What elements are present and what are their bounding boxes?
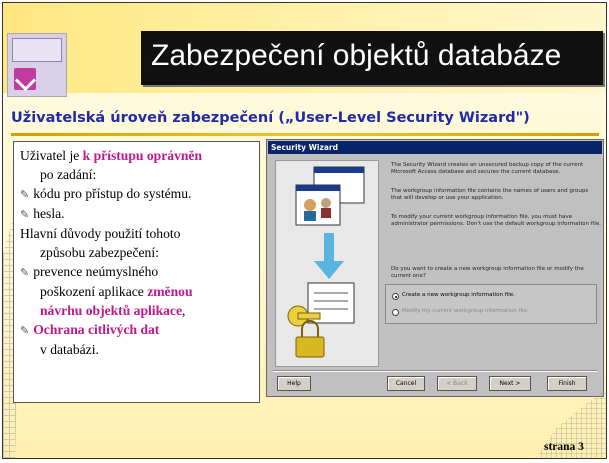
text-line: po zadání: xyxy=(40,167,97,182)
access-icon xyxy=(7,33,67,97)
wizard-paragraph: To modify your current workgroup informa… xyxy=(391,214,601,227)
bullet-item: ✎ prevence neúmyslného xyxy=(20,262,256,282)
highlight-text: návrhu objektů aplikace xyxy=(40,303,183,318)
bullet-icon: ✎ xyxy=(20,266,30,279)
bullet-text: prevence neúmyslného xyxy=(33,264,159,279)
text-span: , xyxy=(182,303,186,318)
bullet-icon: ✎ xyxy=(20,208,30,221)
option-group: Create a new workgroup information file.… xyxy=(385,284,597,324)
help-button[interactable]: Help xyxy=(277,376,311,391)
text-line: poškození aplikace změnou xyxy=(20,282,256,301)
next-button[interactable]: Next > xyxy=(489,376,531,391)
wizard-question: Do you want to create a new workgroup in… xyxy=(391,266,584,279)
text-line: návrhu objektů aplikace, xyxy=(20,301,256,320)
text-span: Uživatel je xyxy=(20,148,83,163)
separator xyxy=(273,370,597,372)
bullet-icon: ✎ xyxy=(20,188,30,201)
highlight-text: změnou xyxy=(147,284,193,299)
text-line: Uživatel je k přístupu oprávněn xyxy=(20,146,256,165)
divider xyxy=(11,133,599,136)
radio-create-new[interactable] xyxy=(392,293,399,300)
slide: Zabezpečení objektů databáze Uživatelská… xyxy=(2,2,607,459)
icon-window xyxy=(12,38,62,62)
slide-title: Zabezpečení objektů databáze xyxy=(151,39,562,72)
bullet-text: Ochrana citlivých dat xyxy=(33,322,160,337)
radio-modify-current[interactable] xyxy=(392,309,399,316)
bullet-text: hesla. xyxy=(33,206,65,221)
wizard-paragraph: The Security Wizard creates an unsecured… xyxy=(391,162,584,175)
bullet-item: ✎ kódu pro přístup do systému. xyxy=(20,184,256,204)
text-line: způsobu zabezpečení: xyxy=(40,245,159,260)
back-button[interactable]: < Back xyxy=(437,376,477,391)
wizard-illustration xyxy=(275,160,379,367)
option-label[interactable]: Create a new workgroup information file. xyxy=(402,292,582,299)
text-line: v databázi. xyxy=(40,342,99,357)
wizard-titlebar: Security Wizard xyxy=(268,141,602,154)
option-label[interactable]: Modify my current workgroup information … xyxy=(402,308,582,315)
bullet-text: kódu pro přístup do systému. xyxy=(33,186,192,201)
wizard-paragraph: The workgroup information file contains … xyxy=(391,188,589,201)
slide-subtitle: Uživatelská úroveň zabezpečení („User-Le… xyxy=(11,110,530,126)
bullet-item: ✎ hesla. xyxy=(20,204,256,224)
cancel-button[interactable]: Cancel xyxy=(387,376,425,391)
text-span: poškození aplikace xyxy=(40,284,148,299)
text-box: Uživatel je k přístupu oprávněn po zadán… xyxy=(13,141,260,403)
security-wizard-dialog: Security Wizard The Security Wizard crea… xyxy=(266,139,604,397)
page-number: strana 3 xyxy=(544,441,584,453)
text-line: Hlavní důvody použití tohoto xyxy=(20,226,181,241)
highlight-text: k přístupu oprávněn xyxy=(82,148,203,163)
wizard-art-icon xyxy=(287,166,365,358)
bullet-item: ✎ Ochrana citlivých dat xyxy=(20,320,256,340)
bullet-icon: ✎ xyxy=(20,324,30,337)
